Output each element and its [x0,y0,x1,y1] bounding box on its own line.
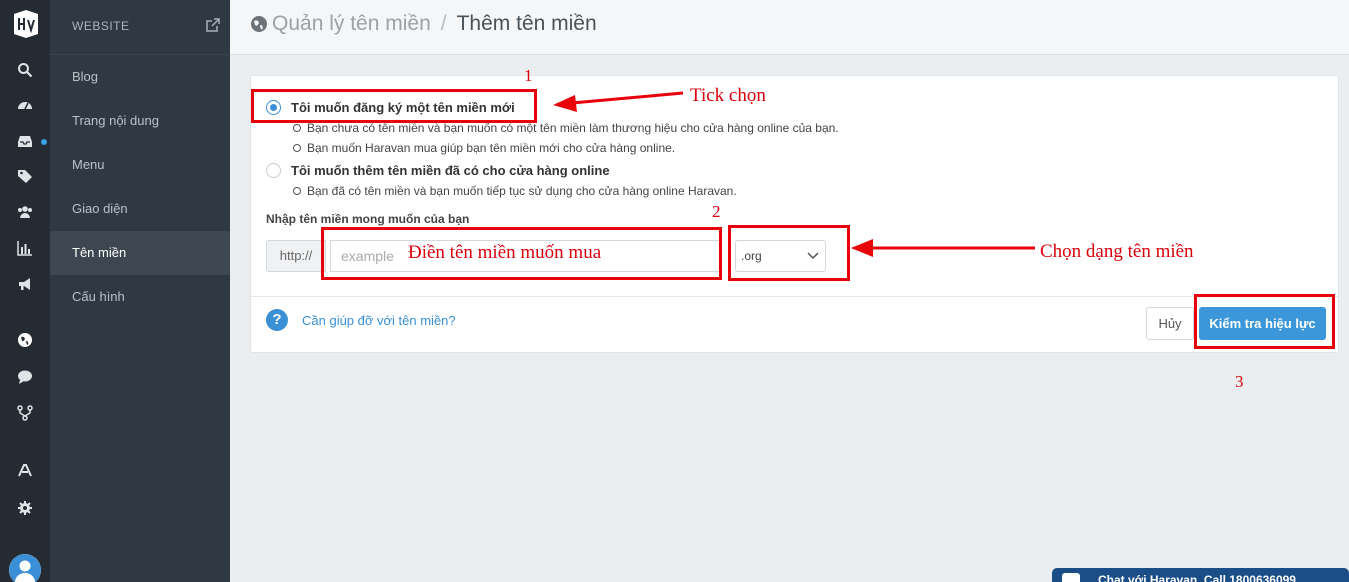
option-existing-desc-1-text: Bạn đã có tên miền và bạn muốn tiếp tục … [307,184,737,198]
breadcrumb-separator: / [440,12,447,35]
url-prefix: http:// [266,240,326,272]
annotation-tick-text: Tick chọn [690,85,766,106]
subnav-item-menu[interactable]: Menu [50,143,230,187]
store-logo-icon[interactable] [11,8,41,40]
annotation-choose-text: Chọn dạng tên miền [1040,241,1194,262]
subnav-item-blog[interactable]: Blog [50,55,230,99]
annotation-number-1: 1 [524,66,533,85]
radio-add-existing[interactable] [266,163,281,178]
globe-icon[interactable] [15,330,35,350]
breadcrumb-parent[interactable]: Quản lý tên miền [272,12,431,36]
option-add-existing[interactable]: Tôi muốn thêm tên miền đã có cho cửa hàn… [266,163,610,178]
option-new-desc-2: Bạn muốn Haravan mua giúp bạn tên miền m… [293,141,675,155]
annotation-box-option [251,89,537,123]
chat-widget[interactable]: Chat với Haravan, Call 1800636099 [1052,568,1349,582]
help-link[interactable]: Cần giúp đỡ với tên miền? [302,313,456,328]
domain-input-label: Nhập tên miền mong muốn của bạn [266,212,470,226]
external-link-icon[interactable] [206,18,220,32]
option-new-desc-2-text: Bạn muốn Haravan mua giúp bạn tên miền m… [307,141,676,155]
website-subnav: WEBSITE Blog Trang nội dung Menu Giao di… [50,0,230,582]
user-avatar-icon[interactable] [9,554,41,582]
share-icon[interactable] [15,403,35,423]
notification-dot [41,139,47,145]
chat-icon[interactable] [15,367,35,387]
bar-chart-icon[interactable] [15,238,35,258]
icon-rail [0,0,50,582]
gear-icon[interactable] [15,498,35,518]
annotation-fill-text: Điền tên miền muốn mua [408,242,602,263]
cancel-button[interactable]: Hủy [1146,307,1194,340]
subnav-header: WEBSITE [72,19,130,33]
annotation-number-2: 2 [712,202,721,221]
inbox-icon[interactable] [15,131,35,151]
chat-widget-label: Chat với Haravan, Call 1800636099 [1098,573,1296,582]
apps-icon[interactable] [15,460,35,480]
card-footer-divider [251,296,1338,297]
annotation-box-check-button [1194,294,1335,349]
tag-icon[interactable] [15,166,35,186]
bullet-icon [293,187,301,195]
annotation-box-tld [728,225,850,281]
bullhorn-icon[interactable] [15,274,35,294]
subnav-item-themes[interactable]: Giao diện [50,187,230,231]
page-title: Thêm tên miền [456,12,597,35]
subnav-item-domains[interactable]: Tên miền [50,231,230,275]
bullet-icon [293,124,301,132]
globe-icon [251,16,267,32]
subnav-item-settings[interactable]: Cấu hình [50,275,230,319]
subnav-item-pages[interactable]: Trang nội dung [50,99,230,143]
page-header: Quản lý tên miền / Thêm tên miền [230,0,1349,55]
option-existing-desc-1: Bạn đã có tên miền và bạn muốn tiếp tục … [293,184,737,198]
users-icon[interactable] [15,202,35,222]
chat-bubble-icon [1062,573,1080,582]
option-new-desc-1: Bạn chưa có tên miền và bạn muốn có một … [293,121,839,135]
bullet-icon [293,144,301,152]
dashboard-icon[interactable] [15,95,35,115]
help-icon[interactable]: ? [266,309,288,331]
option-new-desc-1-text: Bạn chưa có tên miền và bạn muốn có một … [307,121,839,135]
breadcrumb: Quản lý tên miền / Thêm tên miền [250,12,597,36]
option-add-existing-label: Tôi muốn thêm tên miền đã có cho cửa hàn… [291,163,610,178]
annotation-number-3: 3 [1235,372,1244,391]
search-icon[interactable] [15,60,35,80]
